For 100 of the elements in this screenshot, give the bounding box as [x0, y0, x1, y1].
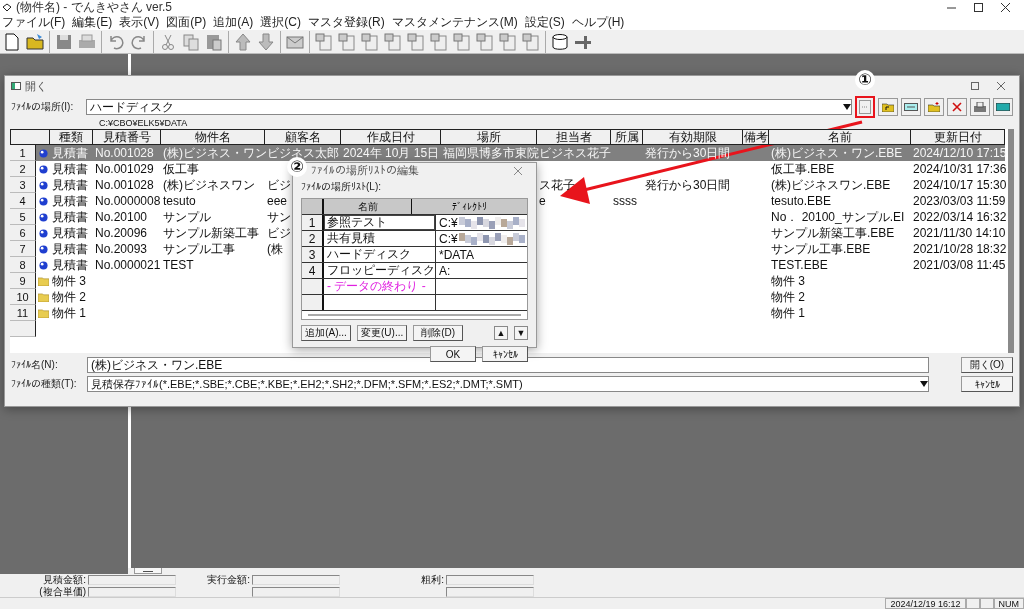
location-combobox[interactable]: ハードディスク: [86, 99, 852, 115]
row-header: [10, 321, 36, 337]
table-cell: No.0000008: [95, 194, 161, 208]
header-corner: [10, 129, 50, 145]
field-label: ﾌｧｲﾙの場所(I):: [11, 100, 75, 114]
column-header[interactable]: 物件名: [161, 129, 265, 145]
cancel-button[interactable]: ｷｬﾝｾﾙ: [482, 346, 528, 362]
table-cell: 2024/10/31 17:36: [913, 162, 1007, 176]
new-folder-icon: [928, 102, 940, 112]
location-name[interactable]: 参照テスト: [324, 215, 436, 230]
column-header[interactable]: 更新日付: [911, 129, 1005, 145]
delete-button[interactable]: [947, 98, 967, 116]
column-header[interactable]: 備考: [743, 129, 769, 145]
menu-item[interactable]: 追加(A): [211, 14, 259, 31]
table-cell: 見積書: [52, 192, 88, 210]
column-header[interactable]: 種類: [50, 129, 93, 145]
list-action-button[interactable]: 変更(U)...: [357, 325, 408, 341]
ball-icon: [38, 244, 48, 254]
column-header[interactable]: 所属: [611, 129, 643, 145]
row-number: 1: [10, 145, 36, 161]
row-number: 2: [10, 161, 36, 177]
column-header[interactable]: 名前: [324, 199, 412, 214]
list-action-button[interactable]: 追加(A)...: [301, 325, 351, 341]
directory-path: *DATA: [439, 247, 474, 262]
filename-field[interactable]: (株)ビジネス・ワン.EBE: [87, 357, 929, 373]
document-icon[interactable]: [475, 30, 495, 53]
column-header[interactable]: 場所: [441, 129, 537, 145]
document-icon[interactable]: [521, 30, 541, 53]
details-view-button[interactable]: [993, 98, 1013, 116]
menu-item[interactable]: マスタメンテナンス(M): [389, 14, 523, 31]
menu-item[interactable]: 設定(S): [522, 14, 570, 31]
column-header[interactable]: 担当者: [537, 129, 611, 145]
table-row[interactable]: 2 共有見積 C:¥: [302, 231, 527, 247]
directory-path: A:: [439, 263, 451, 278]
document-icon[interactable]: [498, 30, 518, 53]
maximize-icon[interactable]: [974, 3, 983, 12]
status-cell: [965, 598, 980, 609]
menu-item[interactable]: 表示(V): [117, 14, 165, 31]
amount-label: 見積金額:: [42, 573, 87, 587]
column-header[interactable]: 作成日付: [341, 129, 441, 145]
dropdown-arrow-icon[interactable]: [920, 381, 928, 387]
row-number: 2: [302, 231, 324, 246]
row-number: 9: [10, 273, 36, 289]
ok-button[interactable]: OK: [430, 346, 476, 362]
table-row[interactable]: 4 フロッピーディスク A:: [302, 263, 527, 279]
table-cell: 2022/03/14 16:32: [913, 210, 1007, 224]
document-icon[interactable]: [383, 30, 403, 53]
table-cell: 福岡県博多市東院: [443, 144, 539, 162]
new-file-icon[interactable]: [2, 30, 22, 53]
table-cell: TEST.EBE: [771, 258, 828, 272]
menu-item[interactable]: マスタ登録(R): [306, 14, 390, 31]
panel-tab[interactable]: —: [134, 568, 162, 574]
down-arrow-icon[interactable]: [256, 30, 276, 53]
location-name[interactable]: フロッピーディスク: [324, 263, 436, 278]
column-header[interactable]: 名前: [769, 129, 911, 145]
close-icon[interactable]: [1001, 3, 1010, 12]
row-number: 3: [10, 177, 36, 193]
filetype-select[interactable]: 見積保存ﾌｧｲﾙ(*.EBE;*.SBE;*.CBE;*.KBE;*.EH2;*.SH2;*.DFM;*.SFM;*.ES2;*.DMT;*.SMT): [87, 376, 929, 392]
cancel-button[interactable]: ｷｬﾝｾﾙ: [961, 376, 1013, 392]
table-cell: No.20093: [95, 242, 148, 256]
document-icon[interactable]: [337, 30, 357, 53]
list-action-button[interactable]: 削除(D): [413, 325, 464, 341]
column-header[interactable]: 有効期限: [643, 129, 743, 145]
menu-item[interactable]: 図面(P): [164, 14, 212, 31]
menu-item[interactable]: 選択(C): [258, 14, 306, 31]
table-row[interactable]: 3 ハードディスク *DATA: [302, 247, 527, 263]
document-icon[interactable]: [360, 30, 380, 53]
document-icon[interactable]: [429, 30, 449, 53]
scrollbar[interactable]: [1008, 129, 1014, 353]
column-header[interactable]: ﾃﾞｨﾚｸﾄﾘ: [412, 199, 527, 214]
table-row[interactable]: 1 参照テスト C:¥: [302, 215, 527, 231]
table-cell: 見積書: [52, 224, 88, 242]
row-number: 11: [10, 305, 36, 321]
menu-item[interactable]: 編集(E): [70, 14, 118, 31]
print-button[interactable]: [970, 98, 990, 116]
table-cell: e: [539, 194, 546, 208]
row-number: 10: [10, 289, 36, 305]
document-icon[interactable]: [452, 30, 472, 53]
menu-item[interactable]: ファイル(F): [0, 14, 71, 31]
row-number: 4: [10, 193, 36, 209]
directory-path: C:¥: [439, 215, 458, 230]
move-up-button[interactable]: ▲: [494, 326, 508, 340]
document-icon[interactable]: [314, 30, 334, 53]
scrollbar-thumb[interactable]: [308, 314, 521, 316]
list-view-button[interactable]: [901, 98, 921, 116]
table-cell: 物件 2: [52, 288, 86, 306]
cross-icon: [952, 102, 962, 112]
menu-item[interactable]: ヘルプ(H): [569, 14, 630, 31]
location-name[interactable]: 共有見積: [324, 231, 436, 246]
column-header[interactable]: 見積番号: [93, 129, 161, 145]
column-header[interactable]: 顧客名: [265, 129, 341, 145]
dropdown-arrow-icon[interactable]: [843, 104, 851, 110]
row-number: 7: [10, 241, 36, 257]
step-marker: ①: [855, 70, 875, 90]
move-down-button[interactable]: ▼: [514, 326, 528, 340]
folder-up-button[interactable]: [878, 98, 898, 116]
location-name[interactable]: ハードディスク: [324, 247, 436, 262]
document-icon[interactable]: [406, 30, 426, 53]
open-button[interactable]: 開く(O): [961, 357, 1013, 373]
row-header: [302, 279, 324, 294]
